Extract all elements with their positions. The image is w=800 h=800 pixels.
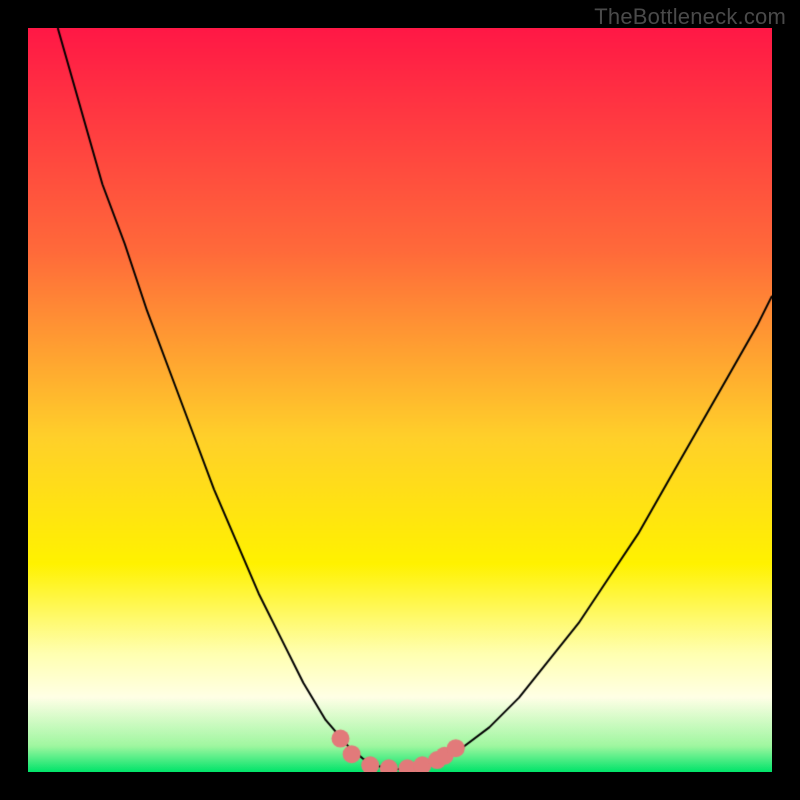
figure-outer: TheBottleneck.com <box>0 0 800 800</box>
plot-area <box>28 28 772 772</box>
watermark-text: TheBottleneck.com <box>594 4 786 30</box>
bottleneck-chart-canvas <box>28 28 772 772</box>
